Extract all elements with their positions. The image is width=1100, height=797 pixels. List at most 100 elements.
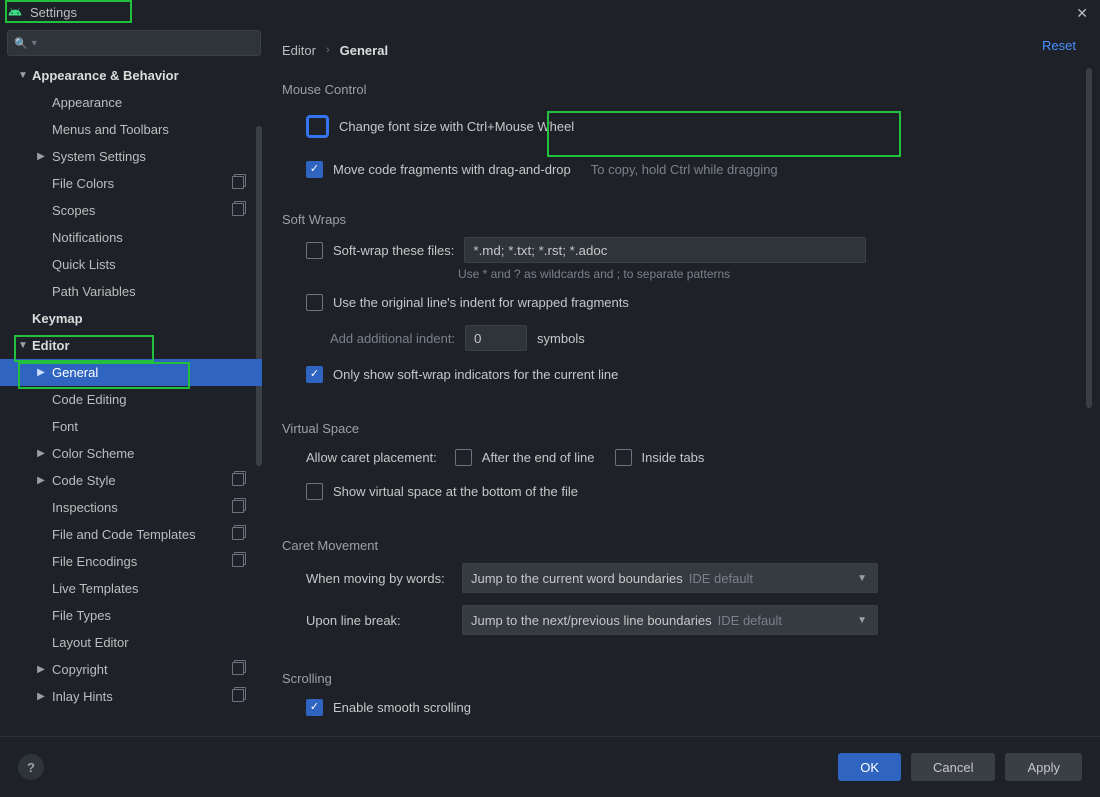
label-symbols: symbols xyxy=(537,331,585,346)
settings-tree: ▼Appearance & Behavior Appearance Menus … xyxy=(0,62,262,737)
tree-file-encodings[interactable]: File Encodings xyxy=(0,548,262,575)
input-add-indent[interactable] xyxy=(465,325,527,351)
tree-code-style[interactable]: ▶Code Style xyxy=(0,467,262,494)
tree-path-variables[interactable]: Path Variables xyxy=(0,278,262,305)
checkbox-show-virtual[interactable] xyxy=(306,483,323,500)
help-button[interactable]: ? xyxy=(18,754,44,780)
dialog-footer: ? OK Cancel Apply xyxy=(0,736,1100,797)
label-after-eol: After the end of line xyxy=(482,450,595,465)
chevron-right-icon: ▶ xyxy=(36,664,46,675)
sidebar: 🔍▾ ▼Appearance & Behavior Appearance Men… xyxy=(0,24,262,737)
cancel-button[interactable]: Cancel xyxy=(911,753,995,781)
search-input[interactable]: 🔍▾ xyxy=(7,30,261,56)
tree-quick-lists[interactable]: Quick Lists xyxy=(0,251,262,278)
label-only-current-line: Only show soft-wrap indicators for the c… xyxy=(333,367,618,382)
checkbox-smooth-scrolling[interactable] xyxy=(306,699,323,716)
project-level-icon xyxy=(232,203,244,219)
chevron-down-icon: ▼ xyxy=(857,615,867,626)
content-scrollbar[interactable] xyxy=(1086,68,1092,408)
tree-menus-toolbars[interactable]: Menus and Toolbars xyxy=(0,116,262,143)
row-soft-wrap-files: Soft-wrap these files: xyxy=(282,231,1080,269)
section-title: Caret Movement xyxy=(282,538,1080,553)
chevron-down-icon: ▾ xyxy=(32,38,37,49)
tree-file-code-templates[interactable]: File and Code Templates xyxy=(0,521,262,548)
row-line-break: Upon line break: Jump to the next/previo… xyxy=(282,599,1080,641)
ok-button[interactable]: OK xyxy=(838,753,901,781)
label-line-break: Upon line break: xyxy=(306,613,462,628)
project-level-icon xyxy=(232,689,244,705)
row-change-font-size: Change font size with Ctrl+Mouse Wheel xyxy=(282,101,1080,152)
window-title: Settings xyxy=(30,5,77,20)
project-level-icon xyxy=(232,176,244,192)
tree-color-scheme[interactable]: ▶Color Scheme xyxy=(0,440,262,467)
checkbox-after-eol[interactable] xyxy=(455,449,472,466)
dropdown-line-break[interactable]: Jump to the next/previous line boundarie… xyxy=(462,605,878,635)
row-add-indent: Add additional indent: symbols xyxy=(282,319,1080,357)
checkbox-move-code[interactable] xyxy=(306,161,323,178)
tree-file-types[interactable]: File Types xyxy=(0,602,262,629)
project-level-icon xyxy=(232,473,244,489)
checkbox-use-original-indent[interactable] xyxy=(306,294,323,311)
label-smooth-scrolling: Enable smooth scrolling xyxy=(333,700,471,715)
checkbox-change-font-size[interactable] xyxy=(306,115,329,138)
chevron-down-icon: ▼ xyxy=(857,573,867,584)
tree-font[interactable]: Font xyxy=(0,413,262,440)
reset-link[interactable]: Reset xyxy=(1042,38,1076,53)
tree-system-settings[interactable]: ▶System Settings xyxy=(0,143,262,170)
tree-notifications[interactable]: Notifications xyxy=(0,224,262,251)
tree-layout-editor[interactable]: Layout Editor xyxy=(0,629,262,656)
project-level-icon xyxy=(232,554,244,570)
tree-editor[interactable]: ▼Editor xyxy=(0,332,262,359)
chevron-down-icon: ▼ xyxy=(18,70,28,81)
tree-keymap[interactable]: Keymap xyxy=(0,305,262,332)
tree-appearance-behavior[interactable]: ▼Appearance & Behavior xyxy=(0,62,262,89)
project-level-icon xyxy=(232,662,244,678)
crumb-general: General xyxy=(340,43,388,58)
tree-inspections[interactable]: Inspections xyxy=(0,494,262,521)
tree-general[interactable]: ▶General xyxy=(0,359,262,386)
label-move-code: Move code fragments with drag-and-drop xyxy=(333,162,571,177)
section-mouse-control: Mouse Control Change font size with Ctrl… xyxy=(262,68,1100,186)
section-caret-movement: Caret Movement When moving by words: Jum… xyxy=(262,524,1100,641)
chevron-right-icon: ▶ xyxy=(36,475,46,486)
row-show-virtual: Show virtual space at the bottom of the … xyxy=(282,474,1080,508)
close-icon[interactable]: ✕ xyxy=(1076,5,1088,22)
tree-scopes[interactable]: Scopes xyxy=(0,197,262,224)
section-virtual-space: Virtual Space Allow caret placement: Aft… xyxy=(262,407,1100,508)
section-title: Mouse Control xyxy=(282,82,1080,97)
search-wrap: 🔍▾ xyxy=(0,24,262,62)
row-smooth-scrolling: Enable smooth scrolling xyxy=(282,690,1080,724)
tree-code-editing[interactable]: Code Editing xyxy=(0,386,262,413)
section-title: Virtual Space xyxy=(282,421,1080,436)
checkbox-inside-tabs[interactable] xyxy=(615,449,632,466)
crumb-editor[interactable]: Editor xyxy=(282,43,316,58)
main-area: 🔍▾ ▼Appearance & Behavior Appearance Men… xyxy=(0,24,1100,737)
checkbox-soft-wrap-files[interactable] xyxy=(306,242,323,259)
row-by-words: When moving by words: Jump to the curren… xyxy=(282,557,1080,599)
tree-file-colors[interactable]: File Colors xyxy=(0,170,262,197)
tree-copyright[interactable]: ▶Copyright xyxy=(0,656,262,683)
row-only-current-line: Only show soft-wrap indicators for the c… xyxy=(282,357,1080,391)
project-level-icon xyxy=(232,527,244,543)
chevron-right-icon: › xyxy=(326,44,330,56)
label-allow-caret: Allow caret placement: xyxy=(306,450,437,465)
section-title: Soft Wraps xyxy=(282,212,1080,227)
tree-inlay-hints[interactable]: ▶Inlay Hints xyxy=(0,683,262,710)
chevron-right-icon: ▶ xyxy=(36,151,46,162)
label-add-indent: Add additional indent: xyxy=(330,331,455,346)
apply-button[interactable]: Apply xyxy=(1005,753,1082,781)
label-inside-tabs: Inside tabs xyxy=(642,450,705,465)
chevron-down-icon: ▼ xyxy=(18,340,28,351)
tree-live-templates[interactable]: Live Templates xyxy=(0,575,262,602)
section-title: Scrolling xyxy=(282,671,1080,686)
tree-appearance[interactable]: Appearance xyxy=(0,89,262,116)
hint-wildcards: Use * and ? as wildcards and ; to separa… xyxy=(282,267,1080,281)
input-soft-wrap-files[interactable] xyxy=(464,237,866,263)
label-use-original-indent: Use the original line's indent for wrapp… xyxy=(333,295,629,310)
label-change-font-size: Change font size with Ctrl+Mouse Wheel xyxy=(339,119,574,134)
row-allow-caret: Allow caret placement: After the end of … xyxy=(282,440,1080,474)
checkbox-only-current-line[interactable] xyxy=(306,366,323,383)
search-icon: 🔍 xyxy=(14,37,28,50)
content-pane: Editor › General Reset Mouse Control Cha… xyxy=(262,24,1100,737)
dropdown-by-words[interactable]: Jump to the current word boundaries IDE … xyxy=(462,563,878,593)
